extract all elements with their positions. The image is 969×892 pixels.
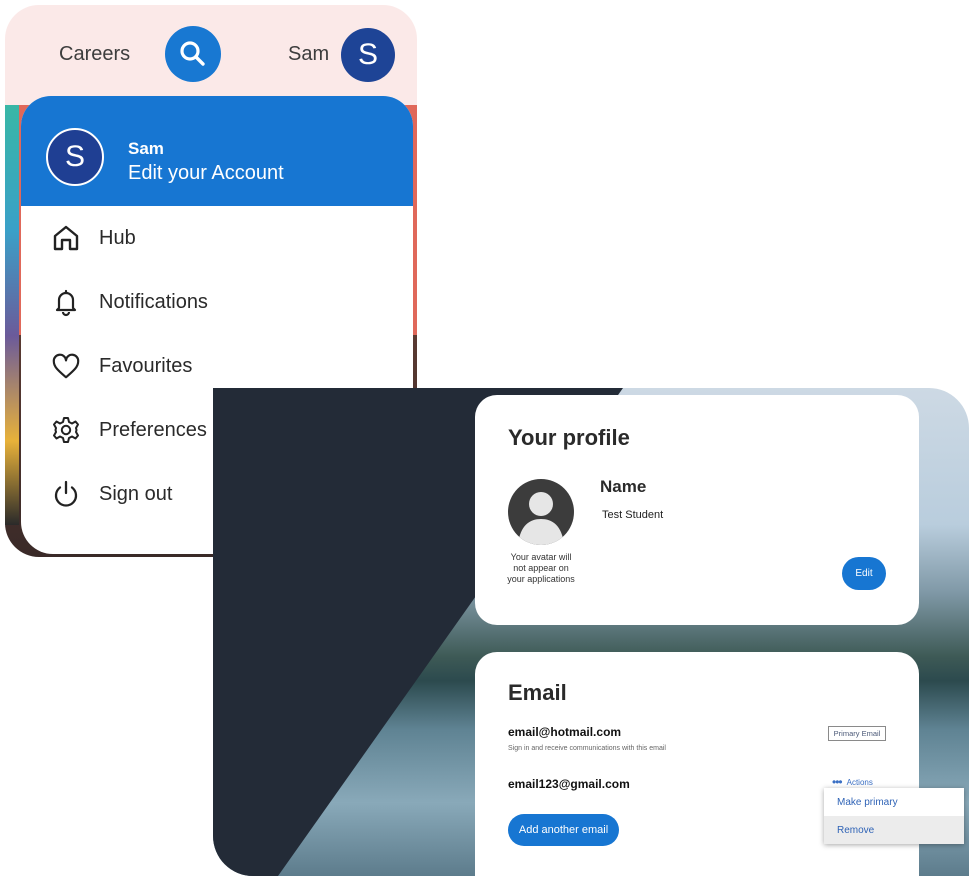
background-art	[5, 105, 19, 525]
menu-item-label: Sign out	[99, 482, 173, 505]
heart-icon	[51, 351, 81, 381]
actions-label: Actions	[846, 777, 873, 787]
avatar-initial: S	[357, 38, 378, 71]
remove-option[interactable]: Remove	[824, 816, 964, 844]
menu-item-hub[interactable]: Hub	[21, 206, 413, 270]
secondary-email-address: email123@gmail.com	[508, 777, 630, 791]
edit-account-link[interactable]: Edit your Account	[128, 162, 284, 185]
primary-email-badge: Primary Email	[828, 726, 886, 741]
more-dots-icon: •••	[832, 775, 843, 789]
account-menu-header[interactable]: S Sam Edit your Account	[21, 96, 413, 206]
actions-popup-menu: Make primary Remove	[824, 788, 964, 844]
add-email-button[interactable]: Add another email	[508, 814, 619, 846]
profile-title: Your profile	[508, 425, 630, 450]
actions-menu-button[interactable]: ••• Actions	[832, 775, 873, 789]
profile-card: Your profile Your avatar will not appear…	[475, 395, 919, 625]
account-name: Sam	[128, 139, 164, 158]
home-icon	[51, 223, 81, 253]
search-button[interactable]	[165, 26, 221, 82]
power-icon	[51, 479, 81, 509]
profile-avatar	[508, 479, 574, 545]
menu-item-label: Favourites	[99, 354, 193, 377]
gear-icon	[51, 415, 81, 445]
edit-button[interactable]: Edit	[842, 557, 886, 590]
avatar-initial: S	[64, 140, 85, 173]
avatar-note: Your avatar will not appear on your appl…	[507, 552, 575, 584]
email-card: Email email@hotmail.com Sign in and rece…	[475, 652, 919, 892]
search-icon	[180, 41, 205, 66]
menu-item-label: Hub	[99, 226, 136, 249]
name-label: Name	[600, 477, 647, 496]
primary-email-address: email@hotmail.com	[508, 725, 622, 739]
name-value: Test Student	[602, 509, 664, 521]
careers-link[interactable]: Careers	[59, 43, 130, 66]
menu-item-label: Preferences	[99, 418, 207, 441]
primary-email-hint: Sign in and receive communications with …	[508, 745, 666, 752]
username-label[interactable]: Sam	[288, 43, 329, 66]
avatar: S	[46, 128, 104, 186]
menu-item-notifications[interactable]: Notifications	[21, 270, 413, 334]
email-title: Email	[508, 680, 567, 705]
menu-item-label: Notifications	[99, 290, 208, 313]
top-nav-bar: Careers Sam S	[5, 5, 417, 100]
make-primary-option[interactable]: Make primary	[824, 788, 964, 816]
bell-icon	[51, 287, 81, 317]
user-silhouette-icon	[518, 492, 564, 545]
avatar-button[interactable]: S	[341, 28, 395, 82]
